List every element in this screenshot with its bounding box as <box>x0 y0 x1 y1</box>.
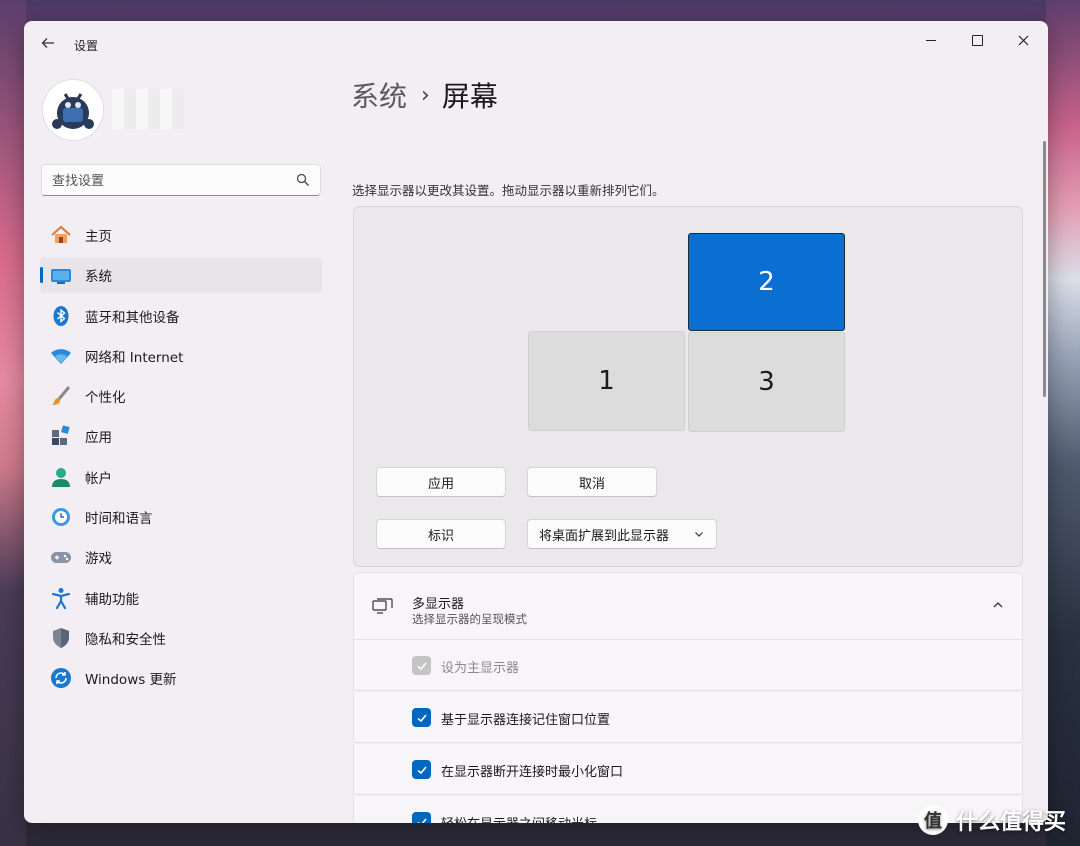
monitor-2-selected[interactable]: 2 <box>688 233 845 331</box>
apply-button[interactable]: 应用 <box>376 467 506 497</box>
wifi-icon <box>50 345 72 367</box>
minimize-on-disconnect-label[interactable]: 在显示器断开连接时最小化窗口 <box>441 761 623 780</box>
monitor-1[interactable]: 1 <box>528 331 685 431</box>
sidebar-item-label: 时间和语言 <box>85 511 153 528</box>
checkmark-icon <box>416 713 427 722</box>
minimize-icon <box>926 39 936 41</box>
close-icon <box>1018 35 1028 45</box>
remember-window-locations-checkbox[interactable] <box>412 708 431 727</box>
sidebar-item-network[interactable]: 网络和 Internet <box>40 338 322 374</box>
sidebar-item-label: 游戏 <box>85 551 112 568</box>
main-scrollbar[interactable] <box>1043 141 1046 397</box>
apps-icon <box>50 425 72 447</box>
home-icon <box>50 224 72 246</box>
update-icon <box>50 667 72 689</box>
breadcrumb-parent[interactable]: 系统 <box>351 75 407 115</box>
multiple-displays-title: 多显示器 <box>412 597 465 612</box>
multiple-displays-section[interactable]: 多显示器 选择显示器的呈现模式 <box>353 572 1023 640</box>
sidebar-item-bluetooth[interactable]: 蓝牙和其他设备 <box>40 298 322 334</box>
checkmark-icon <box>416 765 427 774</box>
option-row-minimize-on-disconnect: 在显示器断开连接时最小化窗口 <box>353 744 1023 795</box>
multiple-displays-subtitle: 选择显示器的呈现模式 <box>412 612 527 626</box>
monitor-3[interactable]: 3 <box>688 332 845 432</box>
sidebar-item-label: 主页 <box>85 229 112 245</box>
wallpaper-left <box>0 0 26 846</box>
avatar-image <box>43 80 103 140</box>
chevron-down-icon <box>695 532 703 537</box>
sidebar-item-windows-update[interactable]: Windows 更新 <box>40 660 322 696</box>
minimize-button[interactable] <box>908 25 954 55</box>
brush-icon <box>50 385 72 407</box>
back-arrow-icon <box>41 38 54 48</box>
extend-display-dropdown-value: 将桌面扩展到此显示器 <box>539 528 670 544</box>
minimize-on-disconnect-checkbox[interactable] <box>412 760 431 779</box>
display-arrangement-description: 选择显示器以更改其设置。拖动显示器以重新排列它们。 <box>352 183 665 198</box>
bluetooth-icon <box>50 305 72 327</box>
time-language-icon <box>50 506 72 528</box>
system-icon <box>50 264 72 286</box>
make-main-display-label: 设为主显示器 <box>441 661 520 676</box>
sidebar-item-label: 帐户 <box>85 470 112 487</box>
sidebar-item-label: Windows 更新 <box>85 672 177 689</box>
sidebar-item-time-language[interactable]: 时间和语言 <box>40 499 322 535</box>
watermark-text: 什么值得买 <box>955 810 1066 835</box>
shield-icon <box>50 627 72 649</box>
make-main-display-checkbox <box>412 656 431 675</box>
sidebar-item-label: 个性化 <box>85 390 126 407</box>
wallpaper-right <box>1046 0 1080 846</box>
back-button[interactable] <box>38 33 58 53</box>
sidebar-item-label: 应用 <box>85 430 112 447</box>
sidebar-item-system[interactable]: 系统 <box>40 257 322 294</box>
app-title: 设置 <box>74 39 99 53</box>
page-title: 屏幕 <box>441 80 498 113</box>
search-input[interactable] <box>52 171 288 191</box>
ease-cursor-movement-checkbox[interactable] <box>412 812 431 823</box>
maximize-icon <box>971 34 983 46</box>
watermark-logo-icon: 值 <box>917 805 948 835</box>
username-redacted <box>112 89 184 129</box>
sidebar-item-label: 系统 <box>85 269 112 286</box>
display-arrangement-card: 1 2 3 应用 取消 标识 将桌面扩展到此显示器 <box>353 206 1023 567</box>
breadcrumb: 系统 › 屏幕 <box>351 75 498 115</box>
settings-window: 设置 主页 系统 <box>24 21 1048 823</box>
checkmark-icon <box>416 817 427 823</box>
breadcrumb-separator: › <box>421 82 430 108</box>
sidebar-item-personalization[interactable]: 个性化 <box>40 378 322 414</box>
cancel-button[interactable]: 取消 <box>527 467 657 497</box>
remember-window-locations-label[interactable]: 基于显示器连接记住窗口位置 <box>441 709 610 728</box>
accessibility-icon <box>50 587 72 609</box>
multiple-displays-icon <box>372 598 393 614</box>
watermark: 值 什么值得买 <box>917 804 1066 836</box>
maximize-button[interactable] <box>954 25 1000 55</box>
search-box[interactable] <box>41 164 321 196</box>
sidebar-item-label: 辅助功能 <box>85 591 139 608</box>
sidebar-item-accessibility[interactable]: 辅助功能 <box>40 580 322 616</box>
sidebar-item-home[interactable]: 主页 <box>40 217 322 253</box>
option-row-make-main-display: 设为主显示器 <box>353 640 1023 691</box>
option-row-remember-window-locations: 基于显示器连接记住窗口位置 <box>353 692 1023 743</box>
sidebar-item-apps[interactable]: 应用 <box>40 418 322 454</box>
sidebar-item-privacy[interactable]: 隐私和安全性 <box>40 620 322 656</box>
sidebar-item-label: 网络和 Internet <box>85 349 184 366</box>
close-button[interactable] <box>1000 25 1046 55</box>
sidebar-item-label: 蓝牙和其他设备 <box>85 309 180 326</box>
chevron-up-icon[interactable] <box>992 599 1004 611</box>
sidebar-item-accounts[interactable]: 帐户 <box>40 459 322 495</box>
title-bar: 设置 <box>24 21 1048 67</box>
ease-cursor-movement-label[interactable]: 轻松在显示器之间移动光标 <box>441 813 597 823</box>
sidebar-item-label: 隐私和安全性 <box>85 631 166 648</box>
checkmark-icon <box>416 661 427 670</box>
sidebar-nav: 主页 系统 蓝牙和其他设备 网络和 Internet 个性化 应用 帐户 时间和… <box>40 217 322 701</box>
extend-display-dropdown[interactable]: 将桌面扩展到此显示器 <box>527 519 717 549</box>
identify-button[interactable]: 标识 <box>376 519 506 549</box>
account-icon <box>50 466 72 488</box>
avatar[interactable] <box>42 79 104 141</box>
search-icon[interactable] <box>296 173 310 187</box>
sidebar-item-gaming[interactable]: 游戏 <box>40 539 322 575</box>
gamepad-icon <box>50 546 72 568</box>
